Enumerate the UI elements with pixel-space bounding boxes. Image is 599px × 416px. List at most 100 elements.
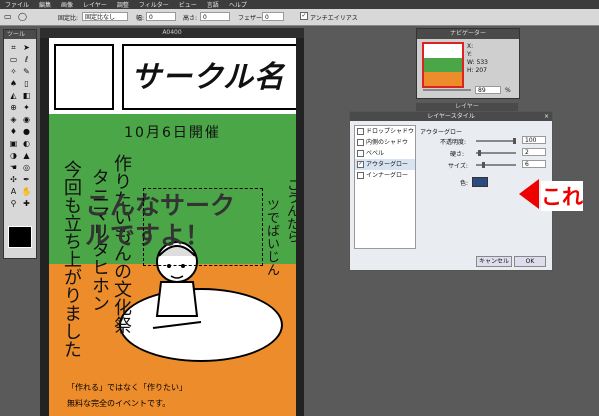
opacity-slider[interactable]: [476, 138, 516, 144]
selection-marquee[interactable]: [143, 188, 263, 266]
slider-knob[interactable]: [482, 162, 485, 168]
menu-view[interactable]: ビュー: [174, 0, 202, 9]
pinch-icon[interactable]: ✣: [7, 174, 20, 186]
poster-title: サークル名: [130, 60, 286, 95]
menu-help[interactable]: ヘルプ: [224, 0, 252, 9]
gradient-icon[interactable]: ◧: [20, 90, 33, 102]
width-field[interactable]: 0: [146, 12, 176, 21]
poster-canvas[interactable]: サークル名 10月6日開催 作りたいもんの文化祭 タニマリタヒホン 今回も立ち上…: [49, 38, 296, 416]
tagline-1: 「作れる」ではなく「作りたい」: [67, 383, 187, 392]
red-eye-icon[interactable]: ◉: [20, 114, 33, 126]
style-item-drop-shadow[interactable]: ドロップシャドウ: [355, 126, 415, 137]
style-item-inner-glow[interactable]: インナーグロー: [355, 170, 415, 181]
antialias-label: アンチエイリアス: [310, 15, 358, 22]
bloat-icon[interactable]: ◎: [20, 162, 33, 174]
drawing-icon[interactable]: ◈: [7, 114, 20, 126]
marquee-ellipse-icon[interactable]: ◯: [18, 12, 27, 21]
smudge-icon[interactable]: ☚: [7, 162, 20, 174]
spot-heal-icon[interactable]: ✚: [20, 198, 33, 210]
hardness-slider[interactable]: [476, 150, 516, 156]
menu-image[interactable]: 画像: [56, 0, 78, 9]
dodge-icon[interactable]: ◐: [20, 138, 33, 150]
menu-file[interactable]: ファイル: [0, 0, 34, 9]
layers-panel-title: レイヤー: [416, 103, 518, 111]
style-label: アウターグロー: [366, 161, 409, 168]
sharpen-icon[interactable]: ▲: [20, 150, 33, 162]
zoom-slider[interactable]: [423, 89, 471, 91]
checkbox-checked[interactable]: ✓: [357, 161, 364, 168]
glow-color-swatch[interactable]: [472, 177, 488, 187]
size-slider[interactable]: [476, 162, 516, 168]
style-item-outer-glow[interactable]: ✓ アウターグロー: [355, 159, 415, 170]
checkbox[interactable]: [357, 150, 364, 157]
type-icon[interactable]: A: [7, 186, 20, 198]
w-value: 533: [476, 59, 488, 66]
close-icon[interactable]: ×: [543, 113, 550, 120]
style-label: インナーグロー: [366, 172, 409, 179]
antialias-checkbox[interactable]: ✓: [300, 12, 308, 20]
fixed-ratio-select[interactable]: 固定比なし: [82, 12, 128, 21]
slider-knob[interactable]: [478, 150, 481, 156]
zoom-field[interactable]: 89: [475, 86, 501, 94]
wand-icon[interactable]: ✧: [7, 66, 20, 78]
navigator-info: X: Y: W: 533 H: 207: [467, 43, 488, 75]
h-value: 207: [475, 67, 487, 74]
menu-adjust[interactable]: 調整: [112, 0, 134, 9]
hand-icon[interactable]: ✋: [20, 186, 33, 198]
foreground-color-swatch[interactable]: [8, 226, 32, 248]
width-label: 幅:: [136, 15, 145, 22]
zoom-icon[interactable]: ⚲: [7, 198, 20, 210]
zoom-unit: %: [505, 87, 511, 94]
y-label: Y:: [467, 51, 472, 58]
feather-field[interactable]: 0: [262, 12, 284, 21]
feather-label: フェザー:: [238, 15, 265, 22]
opacity-label: 不透明度:: [440, 139, 467, 146]
sponge-icon[interactable]: ▣: [7, 138, 20, 150]
clone-icon[interactable]: ⊕: [7, 102, 20, 114]
color-replace-icon[interactable]: ✦: [20, 102, 33, 114]
style-item-inner-shadow[interactable]: 内側のシャドウ: [355, 137, 415, 148]
style-item-bevel[interactable]: ベベル: [355, 148, 415, 159]
w-label: W:: [467, 59, 475, 66]
marquee-rect-icon[interactable]: ▭: [4, 12, 12, 21]
toolbox: ツール ⌗ ➤ ▭ ℓ ✧ ✎ ♠ ▯ ◭ ◧ ⊕ ✦ ◈ ◉ ♦ ● ▣ ◐ …: [3, 29, 37, 259]
burn-icon[interactable]: ◑: [7, 150, 20, 162]
menu-edit[interactable]: 編集: [34, 0, 56, 9]
h-label: H:: [467, 67, 474, 74]
navigator-title: ナビゲーター: [417, 29, 519, 39]
navigator-panel: ナビゲーター X: Y: W: 533 H: 207 89 %: [416, 28, 520, 99]
pencil-icon[interactable]: ✎: [20, 66, 33, 78]
lasso-icon[interactable]: ℓ: [20, 54, 33, 66]
slider-knob[interactable]: [513, 138, 516, 144]
checkbox[interactable]: [357, 128, 364, 135]
style-list: ドロップシャドウ 内側のシャドウ ベベル ✓ アウターグロー インナーグロー: [354, 125, 416, 249]
tagline-2: 無料な完全のイベントです。: [67, 399, 171, 408]
document-title: A0400: [40, 28, 304, 38]
blur-icon[interactable]: ●: [20, 126, 33, 138]
section-title: アウターグロー: [420, 129, 463, 136]
height-field[interactable]: 0: [200, 12, 230, 21]
cancel-button[interactable]: キャンセル: [476, 256, 512, 267]
marquee-icon[interactable]: ▭: [7, 54, 20, 66]
eyedropper-icon[interactable]: ✒: [20, 174, 33, 186]
menu-layer[interactable]: レイヤー: [78, 0, 112, 9]
style-label: ドロップシャドウ: [366, 128, 415, 135]
brush-icon[interactable]: ♠: [7, 78, 20, 90]
crop-icon[interactable]: ⌗: [7, 42, 20, 54]
navigator-thumbnail[interactable]: [422, 42, 464, 88]
menu-filter[interactable]: フィルター: [134, 0, 174, 9]
size-field[interactable]: 6: [522, 160, 546, 168]
opacity-field[interactable]: 100: [522, 136, 546, 144]
hardness-field[interactable]: 2: [522, 148, 546, 156]
drop-icon[interactable]: ♦: [7, 126, 20, 138]
checkbox[interactable]: [357, 139, 364, 146]
menu-language[interactable]: 言語: [202, 0, 224, 9]
size-label: サイズ:: [448, 163, 468, 170]
document-window: A0400 サークル名 10月6日開催 作りたいもんの文化祭 タニマリタヒホン …: [40, 28, 304, 416]
checkbox[interactable]: [357, 172, 364, 179]
eraser-icon[interactable]: ▯: [20, 78, 33, 90]
move-icon[interactable]: ➤: [20, 42, 33, 54]
ok-button[interactable]: OK: [514, 256, 546, 267]
bucket-icon[interactable]: ◭: [7, 90, 20, 102]
event-date: 10月6日開催: [124, 125, 221, 141]
